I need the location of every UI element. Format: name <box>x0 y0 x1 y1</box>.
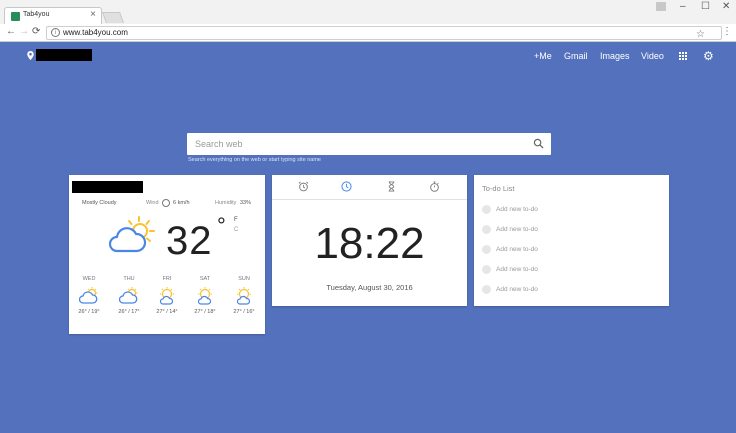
forecast-day: WED 26° / 19° <box>74 276 104 315</box>
new-tab-button[interactable] <box>101 12 125 23</box>
browser-tab[interactable]: Tab4you × <box>4 7 102 24</box>
cloud-sun-icon <box>79 287 98 304</box>
forecast-temps: 27° / 16° <box>233 309 255 315</box>
todo-checkbox[interactable] <box>482 265 491 274</box>
site-info-icon[interactable]: i <box>51 28 60 37</box>
video-link[interactable]: Video <box>641 51 664 61</box>
todo-checkbox[interactable] <box>482 225 491 234</box>
url-field[interactable]: i www.tab4you.com ☆ <box>46 26 722 40</box>
todo-checkbox[interactable] <box>482 285 491 294</box>
search-hint-text: Search everything on the web or start ty… <box>188 157 321 163</box>
todo-item[interactable]: Add new to-do <box>482 204 662 216</box>
todo-item[interactable]: Add new to-do <box>482 244 662 256</box>
forecast-day-label: WED <box>82 276 96 282</box>
forecast-temps: 26° / 17° <box>118 309 140 315</box>
wind-label: Wind <box>146 200 159 206</box>
humidity-value: 33% <box>240 200 252 206</box>
forward-button[interactable]: → <box>19 26 29 37</box>
forecast-day: FRI 27° / 14° <box>152 276 182 315</box>
todo-checkbox[interactable] <box>482 205 491 214</box>
todo-item[interactable]: Add new to-do <box>482 264 662 276</box>
user-profile-icon[interactable] <box>656 2 666 11</box>
settings-gear-icon[interactable]: ⚙ <box>703 49 714 63</box>
clock-card: 18:22 Tuesday, August 30, 2016 <box>272 175 467 306</box>
clock-mode-tabs <box>272 175 467 200</box>
back-button[interactable]: ← <box>6 26 16 37</box>
hourglass-icon[interactable] <box>386 181 397 192</box>
forecast-day: THU 26° / 17° <box>114 276 144 315</box>
forecast-temps: 27° / 18° <box>194 309 216 315</box>
forecast-day: SUN 27° / 16° <box>229 276 259 315</box>
tab-title: Tab4you <box>23 11 50 18</box>
sun-cloud-icon <box>236 287 251 305</box>
stopwatch-icon[interactable] <box>429 181 440 192</box>
reload-button[interactable]: ⟳ <box>32 26 40 37</box>
forecast-temps: 26° / 19° <box>78 309 100 315</box>
unit-fahrenheit-toggle[interactable]: F <box>234 217 238 223</box>
todo-item[interactable]: Add new to-do <box>482 224 662 236</box>
bookmark-star-icon[interactable]: ☆ <box>696 29 705 40</box>
todo-item-label[interactable]: Add new to-do <box>496 266 538 273</box>
site-favicon-icon <box>11 12 20 21</box>
todo-item-label[interactable]: Add new to-do <box>496 226 538 233</box>
location-redacted <box>36 49 92 61</box>
forecast-day-label: THU <box>123 276 135 282</box>
address-bar-row: ← → ⟳ i www.tab4you.com ☆ ⋮ <box>0 24 736 42</box>
images-link[interactable]: Images <box>600 51 630 61</box>
sun-cloud-icon <box>197 287 212 305</box>
forecast-temps: 27° / 14° <box>156 309 178 315</box>
current-temperature: 32 <box>166 219 213 263</box>
todo-card: To-do List Add new to-do Add new to-do A… <box>474 175 669 306</box>
alarm-icon[interactable] <box>298 181 309 192</box>
url-text[interactable]: www.tab4you.com <box>63 28 128 37</box>
browser-menu-icon[interactable]: ⋮ <box>722 26 732 37</box>
clock-date: Tuesday, August 30, 2016 <box>326 283 413 292</box>
weather-location-redacted <box>72 181 143 193</box>
sun-cloud-icon <box>159 287 174 305</box>
location-pin-icon <box>27 51 34 60</box>
clock-icon[interactable] <box>341 181 352 192</box>
degree-symbol: ° <box>217 213 226 238</box>
todo-item-label[interactable]: Add new to-do <box>496 246 538 253</box>
weather-condition: Mostly Cloudy <box>82 200 117 206</box>
todo-title: To-do List <box>482 184 515 193</box>
browser-tab-bar: Tab4you × – ☐ ✕ <box>0 0 736 24</box>
wind-direction-icon <box>162 199 170 207</box>
search-box <box>187 133 551 155</box>
todo-item[interactable]: Add new to-do <box>482 284 662 296</box>
search-input[interactable] <box>195 137 525 151</box>
weather-card: Mostly Cloudy Wind 6 km/h Humidity 33% 3… <box>69 175 265 334</box>
close-window-button[interactable]: ✕ <box>722 1 730 12</box>
cloud-sun-icon <box>109 216 155 253</box>
humidity-label: Humidity <box>215 200 237 206</box>
tab-close-icon[interactable]: × <box>90 9 96 20</box>
maximize-button[interactable]: ☐ <box>701 1 710 12</box>
minimize-button[interactable]: – <box>680 1 686 12</box>
forecast-day-label: SAT <box>199 276 211 282</box>
unit-celsius-toggle[interactable]: C <box>234 227 238 233</box>
clock-time: 18:22 <box>314 219 425 268</box>
forecast-day: SAT 27° / 18° <box>190 276 220 315</box>
todo-checkbox[interactable] <box>482 245 491 254</box>
cloud-sun-icon <box>119 287 138 304</box>
todo-item-label[interactable]: Add new to-do <box>496 286 538 293</box>
wind-value: 6 km/h <box>173 200 190 206</box>
search-icon[interactable] <box>533 138 544 149</box>
gmail-link[interactable]: Gmail <box>564 51 588 61</box>
todo-item-label[interactable]: Add new to-do <box>496 206 538 213</box>
forecast-day-label: SUN <box>238 276 250 282</box>
forecast-day-label: FRI <box>162 276 172 282</box>
apps-grid-icon[interactable] <box>679 52 687 60</box>
plus-me-link[interactable]: +Me <box>534 51 552 61</box>
